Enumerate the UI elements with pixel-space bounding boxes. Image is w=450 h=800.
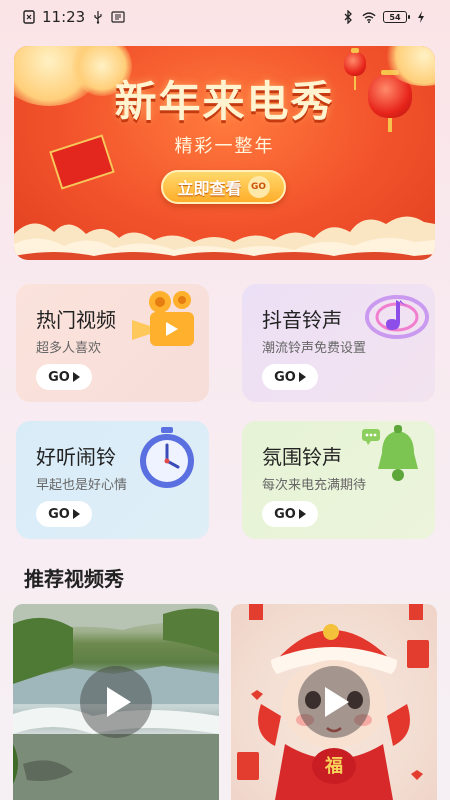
bluetooth-icon	[341, 10, 355, 24]
play-arrow-icon	[72, 509, 80, 519]
banner-subtitle: 精彩一整年	[174, 136, 275, 157]
sim-icon	[22, 10, 36, 24]
cloud-decoration	[14, 216, 435, 260]
view-now-button[interactable]: 立即查看 GO	[161, 170, 286, 204]
play-arrow-icon	[72, 372, 80, 382]
battery-icon: 54	[383, 11, 410, 23]
card-title: 热门视频	[36, 308, 116, 332]
charging-icon	[414, 10, 428, 24]
card-title: 抖音铃声	[262, 308, 342, 332]
view-now-label: 立即查看	[177, 179, 242, 198]
card-title: 好听闹铃	[36, 445, 116, 469]
card-atmosphere-ringtone[interactable]: 氛围铃声 每次来电充满期待 GO	[242, 421, 435, 539]
video-thumbnail[interactable]: 福	[231, 604, 437, 800]
card-alarm[interactable]: 好听闹铃 早起也是好心情 GO	[16, 421, 209, 539]
card-subtitle: 早起也是好心情	[36, 478, 128, 493]
status-right: 54	[341, 10, 428, 24]
go-badge: GO	[247, 176, 270, 198]
battery-level: 54	[389, 12, 401, 22]
wifi-icon	[362, 10, 376, 24]
go-label: GO	[48, 369, 70, 385]
card-go-button[interactable]: GO	[262, 364, 318, 390]
bell-icon	[362, 425, 418, 481]
usb-icon	[91, 10, 105, 24]
app-notification-icon	[111, 10, 125, 24]
play-button[interactable]	[80, 666, 152, 738]
card-subtitle: 每次来电充满期待	[262, 478, 367, 493]
go-label: GO	[274, 506, 296, 522]
new-year-banner[interactable]: 新年来电秀 精彩一整年 立即查看 GO	[14, 46, 435, 260]
go-label: GO	[274, 369, 296, 385]
status-bar: 11:23 54	[0, 0, 450, 34]
card-go-button[interactable]: GO	[262, 501, 318, 527]
card-go-button[interactable]: GO	[36, 501, 92, 527]
play-arrow-icon	[298, 372, 306, 382]
music-note-icon	[365, 295, 429, 339]
go-label: GO	[48, 506, 70, 522]
card-hot-video[interactable]: 热门视频 超多人喜欢 GO	[16, 284, 209, 402]
video-thumbnail[interactable]	[13, 604, 219, 800]
card-subtitle: 潮流铃声免费设置	[262, 341, 367, 356]
card-go-button[interactable]: GO	[36, 364, 92, 390]
play-arrow-icon	[298, 509, 306, 519]
play-icon	[325, 687, 349, 717]
alarm-clock-icon	[140, 427, 194, 488]
fu-character: 福	[325, 756, 343, 777]
play-icon	[107, 687, 131, 717]
card-subtitle: 超多人喜欢	[36, 341, 102, 356]
card-douyin-ringtone[interactable]: 抖音铃声 潮流铃声免费设置 GO	[242, 284, 435, 402]
video-camera-icon	[132, 291, 194, 346]
banner-title: 新年来电秀	[114, 77, 335, 126]
status-time: 11:23	[42, 8, 86, 26]
section-title: 推荐视频秀	[24, 567, 124, 591]
card-title: 氛围铃声	[262, 445, 342, 469]
status-left: 11:23	[22, 8, 125, 26]
play-button[interactable]	[298, 666, 370, 738]
